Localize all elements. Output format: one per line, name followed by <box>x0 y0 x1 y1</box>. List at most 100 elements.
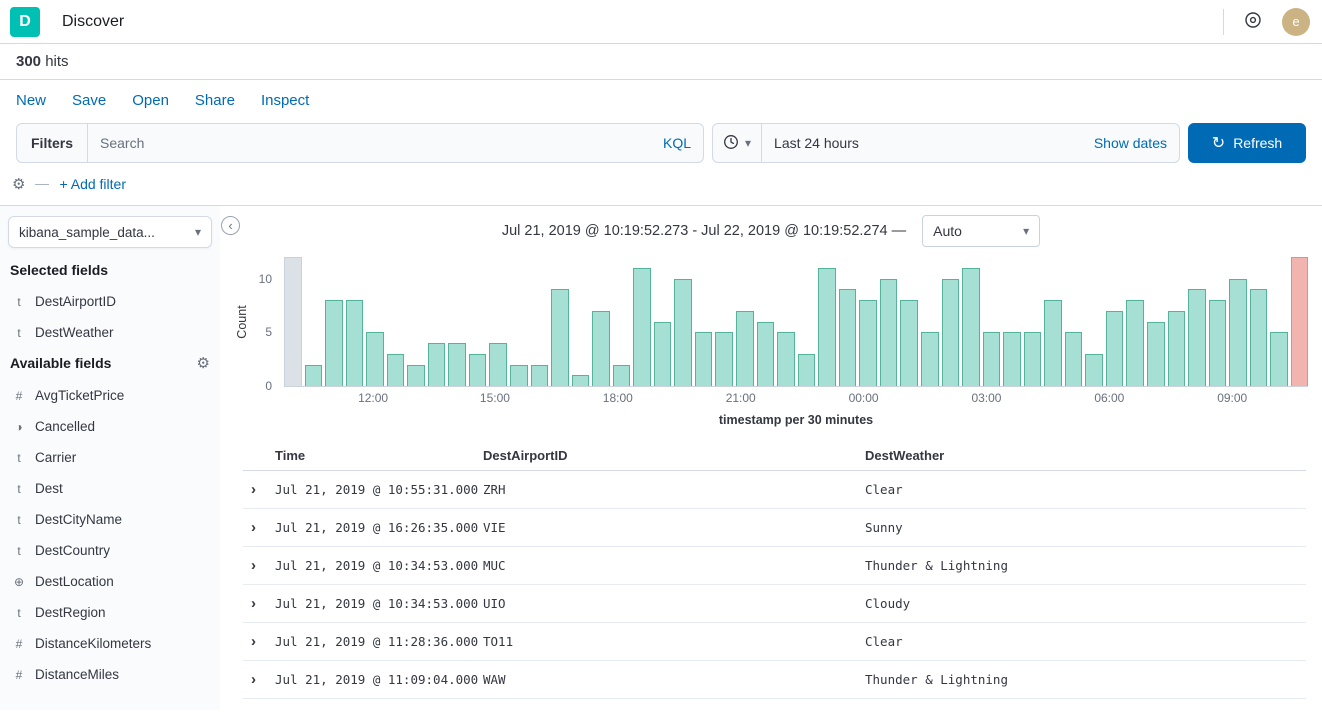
histogram-bar[interactable] <box>1126 300 1144 386</box>
histogram-bar[interactable] <box>674 279 692 387</box>
available-fields-title: Available fields ⚙ <box>10 354 210 372</box>
doc-table: Time DestAirportID DestWeather ›Jul 21, … <box>243 441 1306 699</box>
histogram-bar[interactable] <box>1003 332 1021 386</box>
histogram-bar[interactable] <box>448 343 466 386</box>
kql-toggle[interactable]: KQL <box>651 135 703 151</box>
histogram-bar[interactable] <box>633 268 651 386</box>
kibana-logo[interactable]: D <box>10 7 40 37</box>
cell-time: Jul 21, 2019 @ 10:34:53.000 <box>275 596 483 611</box>
histogram-bar[interactable] <box>1188 289 1206 386</box>
histogram-bar[interactable] <box>428 343 446 386</box>
histogram-bar[interactable] <box>1044 300 1062 386</box>
histogram-bar[interactable] <box>1106 311 1124 386</box>
histogram-bar[interactable] <box>1065 332 1083 386</box>
field-item-DestWeather[interactable]: tDestWeather <box>8 317 212 348</box>
histogram-bar[interactable] <box>736 311 754 386</box>
histogram-bar[interactable] <box>1168 311 1186 386</box>
nav-link-share[interactable]: Share <box>195 92 235 109</box>
histogram-bar[interactable] <box>387 354 405 386</box>
histogram-bar[interactable] <box>880 279 898 387</box>
histogram-bar[interactable] <box>613 365 631 387</box>
expand-row-icon[interactable]: › <box>243 595 275 612</box>
histogram-bar[interactable] <box>531 365 549 387</box>
column-header-dest-weather[interactable]: DestWeather <box>865 448 1306 463</box>
add-filter-link[interactable]: + Add filter <box>59 176 126 192</box>
field-item-DistanceKilometers[interactable]: #DistanceKilometers <box>8 628 212 659</box>
nav-link-save[interactable]: Save <box>72 92 106 109</box>
histogram-bar[interactable] <box>983 332 1001 386</box>
histogram-bar[interactable] <box>284 257 302 386</box>
histogram-bar[interactable] <box>798 354 816 386</box>
field-item-Cancelled[interactable]: ◑Cancelled <box>8 411 212 442</box>
histogram-bar[interactable] <box>777 332 795 386</box>
cell-dest-airport-id: VIE <box>483 520 865 535</box>
histogram-bar[interactable] <box>469 354 487 386</box>
histogram-bar[interactable] <box>695 332 713 386</box>
field-item-DistanceMiles[interactable]: #DistanceMiles <box>8 659 212 690</box>
histogram-bar[interactable] <box>407 365 425 387</box>
field-item-Carrier[interactable]: tCarrier <box>8 442 212 473</box>
field-item-DestCountry[interactable]: tDestCountry <box>8 535 212 566</box>
histogram-bar[interactable] <box>921 332 939 386</box>
histogram-bar[interactable] <box>962 268 980 386</box>
histogram-bar[interactable] <box>305 365 323 387</box>
histogram-bar[interactable] <box>551 289 569 386</box>
field-item-DestCityName[interactable]: t DestCityName <box>8 504 212 535</box>
histogram-bar[interactable] <box>592 311 610 386</box>
time-range-label[interactable]: Last 24 hours <box>762 135 871 151</box>
histogram-bar[interactable] <box>346 300 364 386</box>
filters-button[interactable]: Filters <box>17 124 88 162</box>
expand-row-icon[interactable]: › <box>243 519 275 536</box>
histogram-bar[interactable] <box>1229 279 1247 387</box>
histogram-bar[interactable] <box>715 332 733 386</box>
index-pattern-select[interactable]: kibana_sample_data... ▾ <box>8 216 212 248</box>
expand-row-icon[interactable]: › <box>243 671 275 688</box>
histogram-bar[interactable] <box>366 332 384 386</box>
histogram-bar[interactable] <box>489 343 507 386</box>
column-header-time[interactable]: Time <box>275 448 483 463</box>
histogram-bar[interactable] <box>572 375 590 386</box>
histogram-bar[interactable] <box>1024 332 1042 386</box>
histogram-bar[interactable] <box>1291 257 1309 386</box>
collapse-sidebar-button[interactable]: ‹ <box>221 216 240 235</box>
histogram-bar[interactable] <box>839 289 857 386</box>
histogram-bar[interactable] <box>859 300 877 386</box>
field-type-icon: t <box>12 513 26 527</box>
histogram-bar[interactable] <box>818 268 836 386</box>
histogram-bar[interactable] <box>942 279 960 387</box>
histogram-bar[interactable] <box>1270 332 1288 386</box>
column-header-dest-airport-id[interactable]: DestAirportID <box>483 448 865 463</box>
expand-row-icon[interactable]: › <box>243 633 275 650</box>
refresh-button[interactable]: ↻ Refresh <box>1188 123 1306 163</box>
avatar[interactable]: e <box>1282 8 1310 36</box>
available-fields-list: #AvgTicketPrice◑CancelledtCarriertDest tD… <box>8 380 212 690</box>
nav-link-new[interactable]: New <box>16 92 46 109</box>
filter-settings-gear-icon[interactable]: ⚙ <box>12 175 25 193</box>
histogram-bar[interactable] <box>900 300 918 386</box>
histogram-bar[interactable] <box>1250 289 1268 386</box>
field-item-DestAirportID[interactable]: tDestAirportID <box>8 286 212 317</box>
field-item-DestRegion[interactable]: tDestRegion <box>8 597 212 628</box>
histogram-bar[interactable] <box>654 322 672 387</box>
field-item-AvgTicketPrice[interactable]: #AvgTicketPrice <box>8 380 212 411</box>
fields-settings-gear-icon[interactable]: ⚙ <box>197 354 210 372</box>
interval-select[interactable]: Auto ▾ <box>922 215 1040 247</box>
nav-link-open[interactable]: Open <box>132 92 169 109</box>
expand-row-icon[interactable]: › <box>243 481 275 498</box>
help-button[interactable] <box>1238 7 1268 37</box>
nav-link-inspect[interactable]: Inspect <box>261 92 309 109</box>
field-name: DestCityName <box>35 512 122 527</box>
expand-row-icon[interactable]: › <box>243 557 275 574</box>
show-dates-link[interactable]: Show dates <box>1082 135 1179 151</box>
histogram-bar[interactable] <box>1209 300 1227 386</box>
histogram-plot[interactable]: 0510 12:0015:0018:0021:0000:0003:0006:00… <box>284 257 1308 387</box>
histogram-bar[interactable] <box>1147 322 1165 387</box>
search-input[interactable] <box>88 135 651 151</box>
histogram-bar[interactable] <box>325 300 343 386</box>
time-picker-quick-menu[interactable]: ▾ <box>713 124 762 162</box>
histogram-bar[interactable] <box>1085 354 1103 386</box>
field-item-DestLocation[interactable]: ⊕DestLocation <box>8 566 212 597</box>
histogram-bar[interactable] <box>510 365 528 387</box>
histogram-bar[interactable] <box>757 322 775 387</box>
field-item-Dest[interactable]: tDest <box>8 473 212 504</box>
